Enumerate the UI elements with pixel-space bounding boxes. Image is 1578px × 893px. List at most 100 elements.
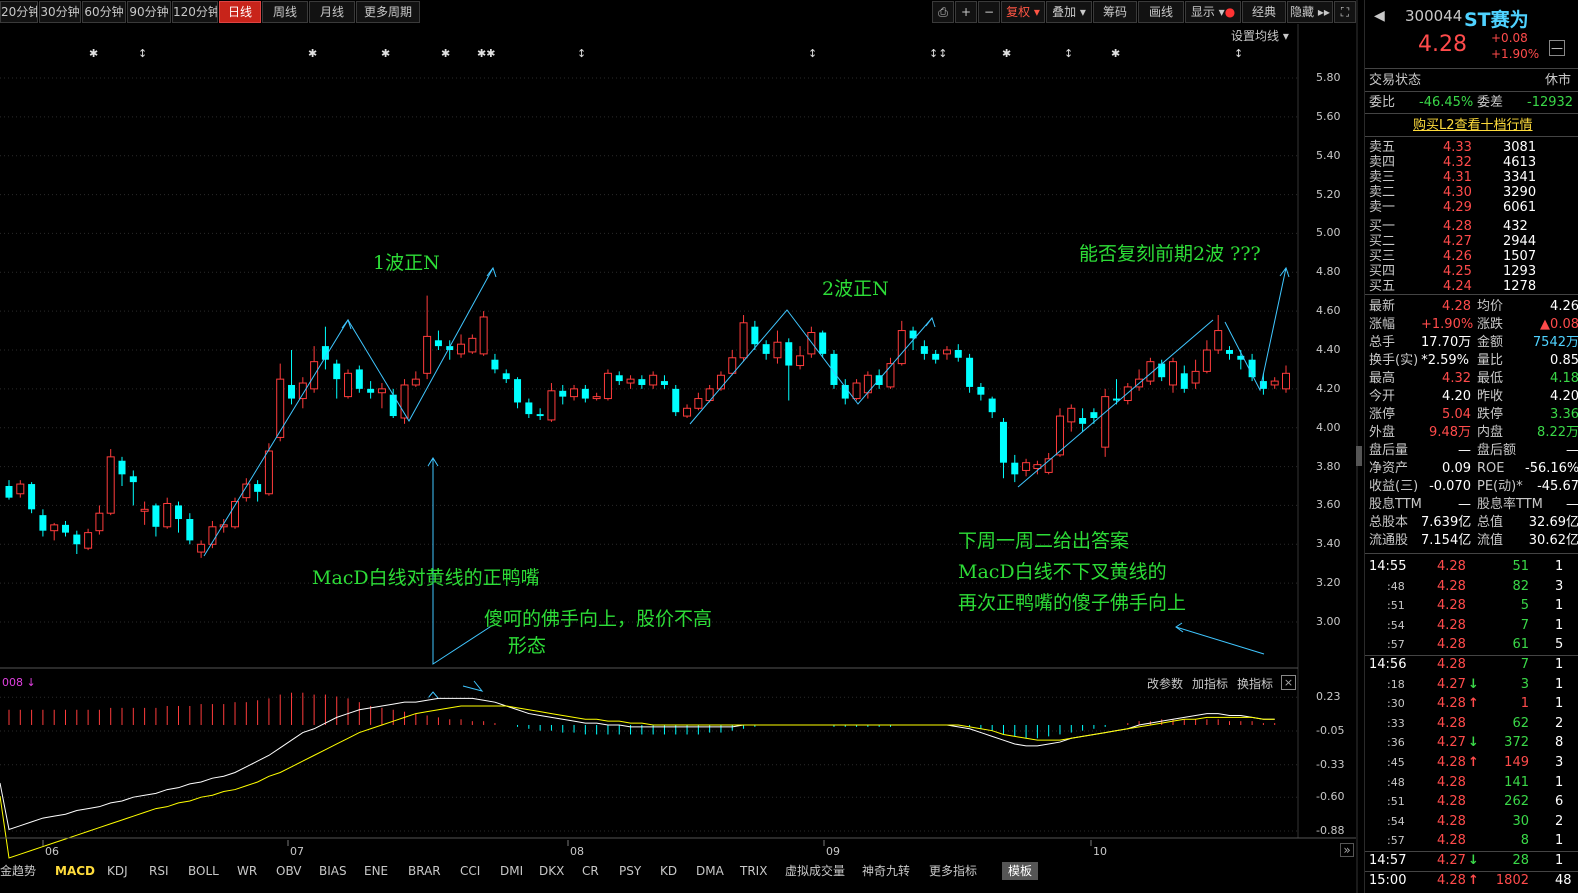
candle-body (367, 388, 375, 393)
scroll-right-icon[interactable]: » (1340, 843, 1354, 857)
indicator-tab-20[interactable]: 更多指标 (929, 862, 977, 880)
indicator-tab-9[interactable]: BRAR (408, 862, 441, 880)
tick-time: 15:00 (1369, 872, 1407, 888)
display-button[interactable]: 显示 ▾● (1185, 1, 1241, 23)
indicator-tab-18[interactable]: 虚拟成交量 (785, 862, 845, 880)
indicator-tab-15[interactable]: KD (660, 862, 677, 880)
event-marker[interactable]: ↕ (138, 47, 147, 60)
ma-settings-link[interactable]: 设置均线 ▾ (1231, 27, 1289, 44)
stat-value: 17.70万 (1421, 335, 1472, 350)
indicator-tab-7[interactable]: BIAS (319, 862, 347, 880)
indicator-tab-1[interactable]: MACD (55, 862, 95, 880)
candle-body (762, 344, 770, 354)
candle-body (62, 524, 70, 533)
period-0[interactable]: 20分钟 (0, 1, 38, 23)
indicator-tab-4[interactable]: BOLL (188, 862, 219, 880)
macd-params-button[interactable]: 改参数 (1147, 675, 1183, 692)
overlay-button[interactable]: 叠加 ▾ (1046, 1, 1092, 23)
ask-price: 4.29 (1443, 200, 1472, 215)
candle-body (468, 337, 477, 353)
period-4[interactable]: 120分钟 (172, 1, 218, 23)
hide-button[interactable]: 隐藏 ▸▸ (1287, 1, 1333, 23)
fullscreen-icon[interactable]: ⛶ (1334, 1, 1356, 23)
indicator-tab-12[interactable]: DKX (539, 862, 564, 880)
event-marker[interactable]: ✱ (89, 47, 98, 60)
event-marker[interactable]: ↕ (808, 47, 817, 60)
candle-body (751, 326, 759, 345)
indicator-tab-13[interactable]: CR (582, 862, 599, 880)
event-marker[interactable]: ↕ (1234, 47, 1243, 60)
tick-time: :57 (1387, 638, 1405, 652)
macd-switch-indicator-button[interactable]: 换指标 (1237, 675, 1273, 692)
up-arrow-icon: ↑ (1468, 755, 1479, 770)
period-5[interactable]: 日线 (219, 1, 261, 23)
period-1[interactable]: 30分钟 (39, 1, 81, 23)
macd-close-icon[interactable]: × (1281, 675, 1296, 690)
indicator-tab-11[interactable]: DMI (500, 862, 523, 880)
event-marker[interactable]: ✱ (441, 47, 450, 60)
ask-label: 卖一 (1369, 200, 1396, 215)
fuquan-button[interactable]: 复权 ▾ (1001, 1, 1045, 23)
stat-value: 9.48万 (1429, 425, 1471, 440)
price-tick: 3.20 (1316, 576, 1341, 590)
indicator-tab-14[interactable]: PSY (619, 862, 641, 880)
indicator-tab-17[interactable]: TRIX (740, 862, 767, 880)
stat-label: 盘后额 (1477, 443, 1517, 458)
panel-splitter[interactable] (1356, 446, 1362, 466)
display-label: 显示 (1190, 5, 1215, 19)
event-marker[interactable]: ↕↕ (929, 47, 947, 60)
candle-body (276, 378, 285, 438)
candle-body (626, 378, 635, 384)
price-tick: 4.60 (1316, 304, 1341, 318)
tick-count: 8 (1555, 735, 1564, 751)
event-marker[interactable]: ↕ (577, 47, 586, 60)
period-7[interactable]: 月线 (309, 1, 355, 23)
candle-body (739, 322, 748, 359)
tick-volume: 262 (1504, 794, 1529, 810)
period-6[interactable]: 周线 (262, 1, 308, 23)
indicator-tab-3[interactable]: RSI (149, 862, 169, 880)
event-marker[interactable]: ✱ (381, 47, 390, 60)
event-marker[interactable]: ✱ (1002, 47, 1011, 60)
indicator-tab-2[interactable]: KDJ (107, 862, 128, 880)
month-label: 07 (290, 845, 304, 858)
event-marker[interactable]: ✱ (308, 47, 317, 60)
classic-button[interactable]: 经典 (1242, 1, 1286, 23)
indicator-tab-21[interactable]: 模板 (1002, 862, 1039, 880)
trade-status-label: 交易状态 (1369, 73, 1422, 88)
indicator-tab-5[interactable]: WR (237, 862, 257, 880)
draw-line-button[interactable]: 画线 (1138, 1, 1184, 23)
lock-icon[interactable]: ⎙ (932, 1, 954, 23)
indicator-tab-0[interactable]: 金趋势 (0, 862, 36, 880)
macd-add-indicator-button[interactable]: 加指标 (1192, 675, 1228, 692)
indicator-tab-10[interactable]: CCI (460, 862, 480, 880)
tick-price: 4.28 (1437, 617, 1466, 633)
indicator-tab-8[interactable]: ENE (364, 862, 388, 880)
period-8[interactable]: 更多周期 (356, 1, 420, 23)
candle-body (491, 359, 499, 370)
l2-link[interactable]: 购买L2查看十档行情 (1413, 117, 1533, 135)
stat-label: 流通股 (1369, 533, 1409, 548)
event-marker[interactable]: ✱✱ (477, 47, 495, 60)
candle-body (197, 543, 206, 553)
candle-body (954, 350, 962, 358)
zoom-in-icon[interactable]: + (955, 1, 977, 23)
prev-stock-icon[interactable]: ◀ (1374, 8, 1385, 24)
chips-button[interactable]: 筹码 (1093, 1, 1137, 23)
stat-value: — (1566, 497, 1578, 512)
indicator-tab-19[interactable]: 神奇九转 (862, 862, 910, 880)
zoom-out-icon[interactable]: − (978, 1, 1000, 23)
candle-body (615, 375, 623, 382)
period-3[interactable]: 90分钟 (127, 1, 171, 23)
tick-price: 4.27 (1437, 735, 1466, 751)
weicha-value: -12932 (1527, 95, 1574, 110)
indicator-tab-6[interactable]: OBV (276, 862, 302, 880)
candle-body (592, 396, 601, 400)
collapse-icon[interactable]: — (1549, 40, 1565, 56)
arrow-head (925, 316, 936, 328)
period-2[interactable]: 60分钟 (82, 1, 126, 23)
indicator-tab-16[interactable]: DMA (696, 862, 724, 880)
event-marker[interactable]: ✱ (1111, 47, 1120, 60)
event-marker[interactable]: ↕ (1064, 47, 1073, 60)
tick-volume: 51 (1512, 559, 1529, 574)
